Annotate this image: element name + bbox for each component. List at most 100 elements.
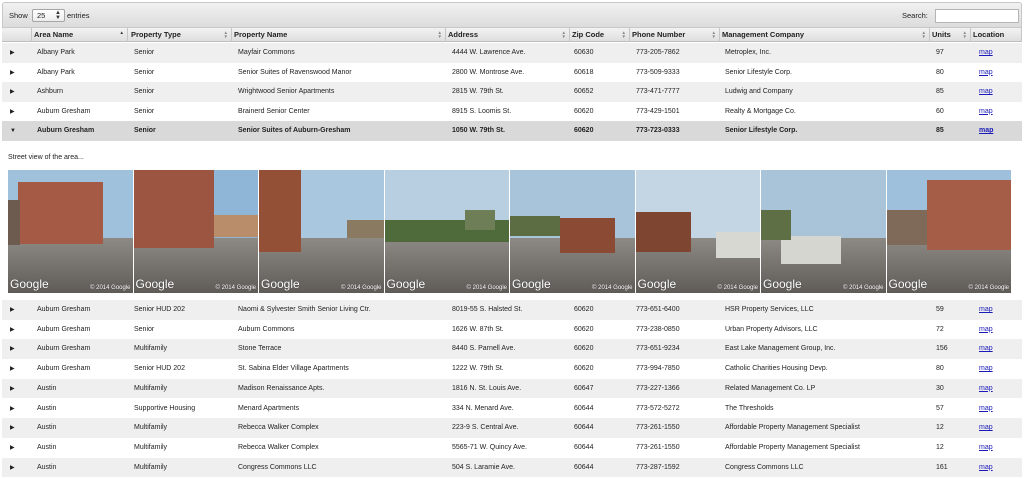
column-header-name[interactable]: Property Name ▲ ▼ (232, 28, 446, 42)
photo-building (761, 210, 791, 240)
cell-company: Related Management Co. LP (725, 384, 816, 392)
cell-units: 85 (936, 127, 944, 135)
expand-row-icon[interactable]: ▶ (10, 339, 15, 359)
column-header-label: Management Company (722, 30, 805, 39)
column-header-type[interactable]: Property Type ▲ ▼ (129, 28, 232, 42)
expand-row-icon[interactable]: ▶ (10, 300, 15, 320)
expand-row-icon[interactable]: ▶ (10, 379, 15, 399)
map-link[interactable]: map (979, 379, 1020, 399)
expand-row-icon[interactable]: ▶ (10, 458, 15, 478)
map-link[interactable]: map (979, 102, 1020, 122)
photo-copyright: © 2014 Google (466, 285, 507, 291)
table-row[interactable]: ▶ Austin Multifamily Rebecca Walker Complex… (2, 418, 1022, 438)
table-row[interactable]: ▶ Auburn Gresham Senior Auburn Commons 1626 … (2, 319, 1022, 340)
map-link[interactable]: map (979, 399, 1020, 419)
cell-address: 1050 W. 79th St. (452, 127, 505, 135)
cell-name: Senior Suites of Ravenswood Manor (238, 68, 352, 76)
street-view-photo[interactable]: Google © 2014 Google (133, 170, 259, 293)
map-link[interactable]: map (979, 121, 1020, 141)
cell-units: 72 (936, 325, 944, 333)
cell-zip: 60630 (574, 49, 594, 56)
column-header-units[interactable]: Units ▲ ▼ (930, 28, 971, 42)
table-row[interactable]: ▶ Austin Multifamily Rebecca Walker Complex… (2, 437, 1022, 458)
cell-area: Auburn Gresham (37, 127, 95, 135)
cell-address: 1222 W. 79th St. (452, 365, 504, 373)
map-link[interactable]: map (979, 359, 1020, 379)
column-header-label: Location (973, 30, 1005, 39)
expand-row-icon[interactable]: ▶ (10, 438, 15, 458)
photo-copyright: © 2014 Google (717, 285, 758, 291)
table-row[interactable]: ▶ Ashburn Senior Wrightwood Senior Apartmen… (2, 82, 1022, 102)
cell-name: Rebecca Walker Complex (238, 443, 319, 451)
street-view-photo[interactable]: Google © 2014 Google (886, 170, 1012, 293)
map-link[interactable]: map (979, 320, 1020, 340)
search-input[interactable] (935, 9, 1019, 23)
street-view-photo[interactable]: Google © 2014 Google (510, 170, 636, 293)
cell-units: 60 (936, 107, 944, 115)
map-link[interactable]: map (979, 82, 1020, 102)
expand-row-icon[interactable]: ▶ (10, 63, 15, 83)
table-row[interactable]: ▶ Auburn Gresham Senior Brainerd Senior Cen… (2, 101, 1022, 122)
street-view-photo[interactable]: Google © 2014 Google (259, 170, 385, 293)
table-row[interactable]: ▶ Austin Supportive Housing Menard Apartmen… (2, 398, 1022, 419)
cell-company: Catholic Charities Housing Devp. (725, 365, 828, 373)
column-header-area[interactable]: Area Name ▲ (32, 28, 128, 42)
table-row[interactable]: ▶ Albany Park Senior Mayfair Commons 4444 W.… (2, 43, 1022, 63)
expand-row-icon[interactable]: ▶ (10, 418, 15, 438)
map-link[interactable]: map (979, 418, 1020, 438)
cell-name: Menard Apartments (238, 404, 300, 412)
map-link[interactable]: map (979, 43, 1020, 63)
table-row[interactable]: ▶ Austin Multifamily Congress Commons LLC 50… (2, 457, 1022, 478)
table-row[interactable]: ▶ Albany Park Senior Senior Suites of Raven… (2, 62, 1022, 83)
street-view-photo[interactable]: Google © 2014 Google (761, 170, 887, 293)
map-link[interactable]: map (979, 339, 1020, 359)
cell-company: Urban Property Advisors, LLC (725, 325, 818, 333)
photo-building (259, 170, 301, 252)
cell-address: 2815 W. 79th St. (452, 88, 504, 96)
map-link[interactable]: map (979, 63, 1020, 83)
cell-name: Brainerd Senior Center (238, 107, 310, 115)
table-row[interactable]: ▼ Auburn Gresham Senior Senior Suites of Au… (2, 121, 1022, 141)
table-row[interactable]: ▶ Austin Multifamily Madison Renaissance Ap… (2, 378, 1022, 399)
sort-icon: ▲ ▼ (962, 30, 967, 39)
column-header-label: Units (932, 30, 951, 39)
column-header-label: Property Type (131, 30, 181, 39)
column-header-zip[interactable]: Zip Code ▲ ▼ (570, 28, 630, 42)
table-row[interactable]: ▶ Auburn Gresham Senior HUD 202 Naomi & Syl… (2, 300, 1022, 320)
street-view-photo[interactable]: Google © 2014 Google (635, 170, 761, 293)
photo-building (510, 216, 560, 236)
map-link[interactable]: map (979, 458, 1020, 478)
expand-row-icon[interactable]: ▶ (10, 359, 15, 379)
map-link[interactable]: map (979, 300, 1020, 320)
column-header-label: Property Name (234, 30, 288, 39)
street-view-photo[interactable]: Google © 2014 Google (384, 170, 510, 293)
table-row[interactable]: ▶ Auburn Gresham Multifamily Stone Terrace 8… (2, 339, 1022, 360)
column-header-phone[interactable]: Phone Number ▲ ▼ (630, 28, 720, 42)
cell-name: Rebecca Walker Complex (238, 424, 319, 432)
collapse-row-icon[interactable]: ▼ (10, 121, 16, 141)
cell-name: Naomi & Sylvester Smith Senior Living Ct… (238, 306, 371, 313)
street-view-photo[interactable]: Google © 2014 Google (8, 170, 134, 293)
column-header-location[interactable]: Location (971, 28, 1022, 42)
cell-company: East Lake Management Group, Inc. (725, 345, 836, 353)
expand-row-icon[interactable]: ▶ (10, 399, 15, 419)
cell-type: Multifamily (134, 443, 168, 451)
cell-area: Auburn Gresham (37, 365, 91, 373)
column-header-address[interactable]: Address ▲ ▼ (446, 28, 570, 42)
expand-row-icon[interactable]: ▶ (10, 320, 15, 340)
expand-row-icon[interactable]: ▶ (10, 102, 15, 122)
map-link[interactable]: map (979, 438, 1020, 458)
expand-row-icon[interactable]: ▶ (10, 82, 15, 102)
cell-name: Stone Terrace (238, 345, 282, 353)
cell-company: Senior Lifestyle Corp. (725, 127, 798, 135)
cell-name: Auburn Commons (238, 325, 295, 333)
google-watermark: Google (135, 277, 175, 291)
cell-type: Multifamily (134, 345, 168, 353)
cell-address: 5565-71 W. Quincy Ave. (452, 443, 527, 451)
expand-row-icon[interactable]: ▶ (10, 43, 15, 63)
column-header-company[interactable]: Management Company ▲ ▼ (720, 28, 930, 42)
table-row[interactable]: ▶ Auburn Gresham Senior HUD 202 St. Sabina … (2, 359, 1022, 379)
cell-units: 30 (936, 384, 944, 392)
entries-select[interactable]: 25 ▲ ▼ (32, 9, 65, 22)
cell-phone: 773-572-5272 (636, 404, 680, 412)
